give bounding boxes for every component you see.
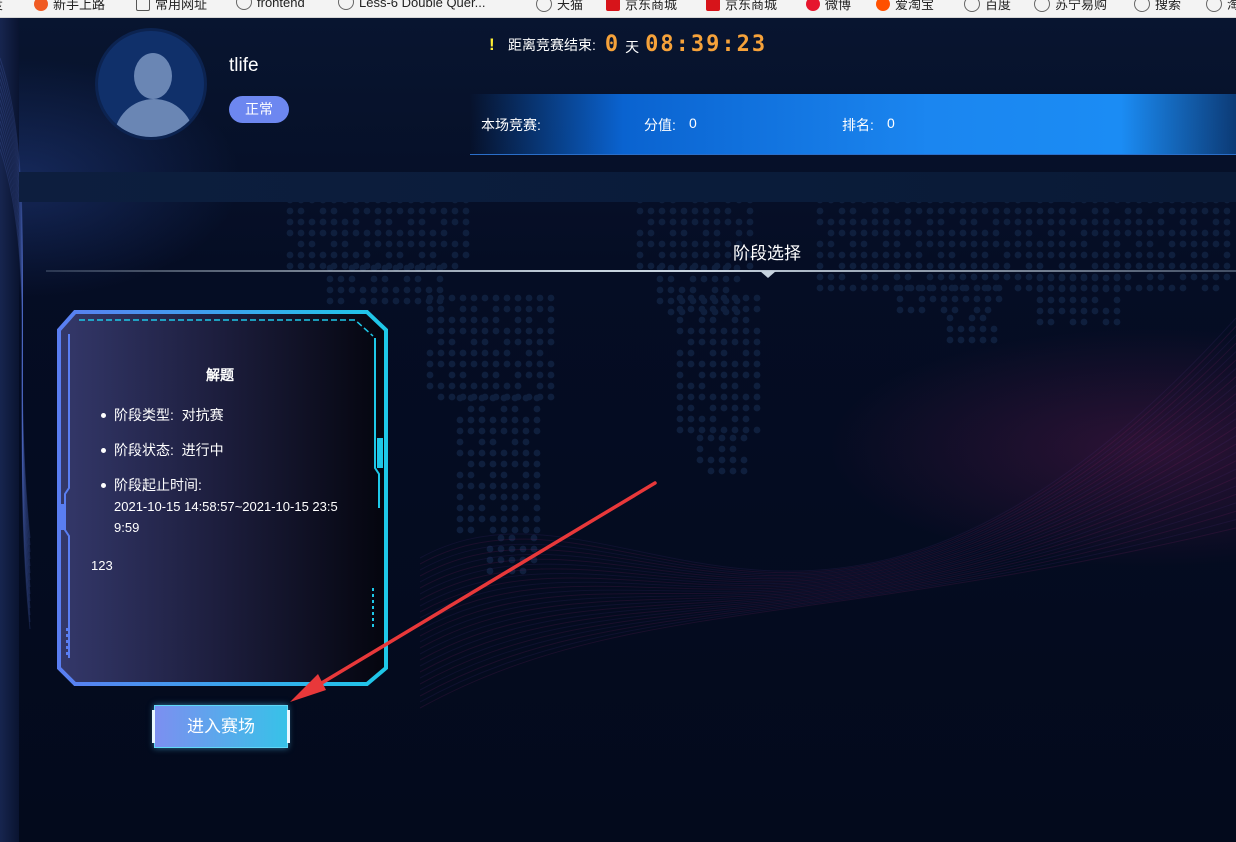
bookmark-label: 爱淘宝 — [895, 0, 935, 12]
bookmark-item[interactable]: 百度 — [964, 0, 1011, 13]
bookmark-label: 常用网址 — [155, 0, 208, 12]
bookmark-label: 苏宁易购 — [1055, 0, 1108, 12]
globe-icon — [236, 0, 252, 10]
jd-icon — [706, 0, 720, 11]
bookmark-label: frontend — [257, 0, 305, 10]
contest-page: tlife 正常 ! 距离竞赛结束: 0 天 08:39:23 本场竞赛: 分值… — [0, 18, 1236, 842]
globe-icon — [1034, 0, 1050, 12]
bookmark-item[interactable]: 常用网址 — [136, 0, 207, 13]
globe-icon — [536, 0, 552, 12]
bookmark-item[interactable]: 苏宁易购 — [1034, 0, 1107, 13]
globe-icon — [1134, 0, 1150, 12]
bookmark-item[interactable]: 京东商城 — [706, 0, 777, 13]
bookmark-label: 新手上路 — [53, 0, 106, 12]
folder-icon — [136, 0, 150, 11]
globe-icon — [1206, 0, 1222, 12]
bookmark-item[interactable]: 微博 — [806, 0, 851, 13]
taobao-icon — [876, 0, 890, 11]
bookmark-label: 京东商城 — [625, 0, 678, 12]
jd-icon — [606, 0, 620, 11]
bookmark-label: Less-6 Double Quer... — [359, 0, 486, 10]
weibo-icon — [806, 0, 820, 11]
bookmark-label: 微博 — [825, 0, 852, 12]
bookmark-item[interactable]: 京东商城 — [606, 0, 677, 13]
bookmark-item[interactable]: 度 — [0, 0, 3, 13]
bookmark-item[interactable]: 新手上路 — [34, 0, 105, 13]
globe-icon — [964, 0, 980, 12]
bookmark-item[interactable]: 天猫 — [536, 0, 583, 13]
bookmark-label: 京东商城 — [725, 0, 778, 12]
bookmark-item[interactable]: 淘 — [1206, 0, 1236, 13]
firefox-icon — [34, 0, 48, 11]
bookmark-item[interactable]: 搜索 — [1134, 0, 1181, 13]
bookmark-label: 搜索 — [1155, 0, 1182, 12]
bookmarks-bar: 度 新手上路 常用网址 frontend Less-6 Double Quer... 天猫… — [0, 0, 1236, 18]
bookmark-item[interactable]: 爱淘宝 — [876, 0, 934, 13]
globe-icon — [338, 0, 354, 10]
bookmark-label: 度 — [0, 0, 3, 13]
annotation-arrow — [290, 481, 657, 702]
bookmark-item[interactable]: frontend — [236, 0, 305, 10]
bookmark-label: 淘 — [1227, 0, 1236, 13]
bookmark-item[interactable]: Less-6 Double Quer... — [338, 0, 485, 10]
bookmark-label: 天猫 — [557, 0, 584, 12]
bookmark-label: 百度 — [985, 0, 1012, 12]
